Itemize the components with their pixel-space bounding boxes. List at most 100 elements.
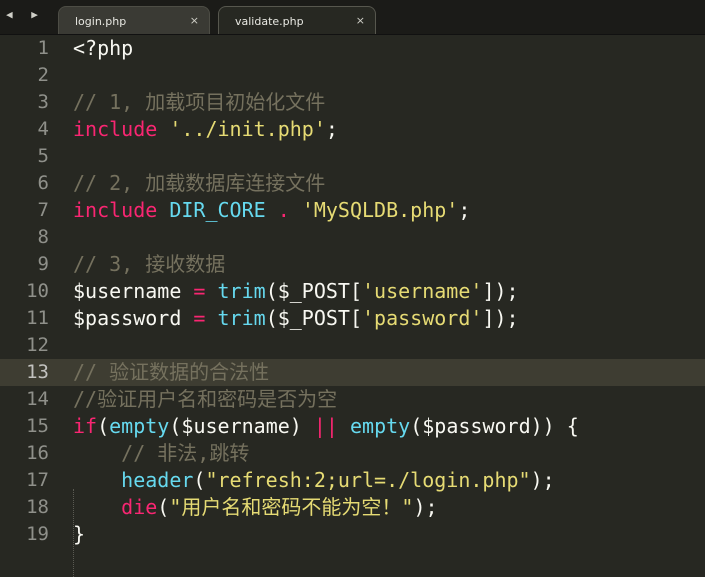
line-number: 2 [37, 64, 49, 86]
code-token: 'password' [362, 306, 483, 330]
code-token: = [193, 279, 206, 303]
code-token: include [73, 117, 158, 141]
code-token: empty [109, 414, 170, 438]
code-text: // 验证数据的合法性 [73, 359, 269, 386]
code-token: ]); [482, 306, 519, 330]
code-token: '../init.php' [169, 117, 326, 141]
line-number: 14 [26, 388, 49, 410]
code-token: 'username' [362, 279, 483, 303]
tab-label: validate.php [235, 15, 304, 28]
tab-bar: ◀ ▶ login.php × validate.php × [0, 0, 705, 35]
code-token: die [121, 495, 158, 519]
code-token: $password [73, 306, 194, 330]
tab-validate-php[interactable]: validate.php × [218, 6, 376, 34]
code-text: die("用户名和密码不能为空！"); [73, 494, 438, 521]
code-line[interactable]: 14 //验证用户名和密码是否为空 [0, 386, 705, 413]
line-number: 1 [37, 37, 49, 59]
code-line[interactable]: 1 <?php [0, 35, 705, 62]
code-text: // 1, 加载项目初始化文件 [73, 89, 325, 116]
code-text: $username = trim($_POST['username']); [73, 278, 519, 305]
line-number: 19 [26, 523, 49, 545]
code-line[interactable]: 12 [0, 332, 705, 359]
code-line[interactable]: 6 // 2, 加载数据库连接文件 [0, 170, 705, 197]
code-text: $password = trim($_POST['password']); [73, 305, 519, 332]
code-text: // 非法,跳转 [73, 440, 249, 467]
code-token: "用户名和密码不能为空！" [169, 495, 414, 519]
code-token: header [121, 468, 194, 492]
line-number: 11 [26, 307, 49, 329]
line-number: 7 [37, 199, 49, 221]
code-token: // 2, 加载数据库连接文件 [73, 171, 326, 195]
code-line[interactable]: 19} [0, 521, 705, 548]
code-token: ($username) [169, 414, 314, 438]
code-token: // 验证数据的合法性 [73, 360, 270, 384]
code-line[interactable]: 5 [0, 143, 705, 170]
code-token: ]); [482, 279, 519, 303]
line-number: 12 [26, 334, 49, 356]
code-token: // 非法,跳转 [121, 441, 250, 465]
code-token: 'MySQLDB.php' [301, 198, 459, 222]
code-token: if [73, 414, 98, 438]
code-token: ); [413, 495, 438, 519]
code-line[interactable]: 15 if(empty($username) || empty($password… [0, 413, 705, 440]
line-number: 13 [26, 361, 49, 383]
code-text: <?php [73, 35, 133, 62]
code-text: //验证用户名和密码是否为空 [73, 386, 337, 413]
code-line[interactable]: 16 // 非法,跳转 [0, 440, 705, 467]
code-text: include DIR_CORE . 'MySQLDB.php'; [73, 197, 470, 224]
code-token: DIR_CORE [169, 198, 266, 222]
tab-login-php[interactable]: login.php × [58, 6, 210, 34]
line-number: 6 [37, 172, 49, 194]
close-icon[interactable]: × [356, 14, 365, 27]
code-token: ; [458, 198, 471, 222]
close-icon[interactable]: × [190, 14, 199, 27]
indent-guide [73, 489, 74, 577]
tab-nav-arrows-icon[interactable]: ◀ ▶ [6, 8, 44, 21]
line-number: 8 [37, 226, 49, 248]
code-line[interactable]: 9 // 3, 接收数据 [0, 251, 705, 278]
code-text: } [73, 521, 85, 548]
code-line[interactable]: 13 // 验证数据的合法性 [0, 359, 705, 386]
code-line[interactable]: 4 include '../init.php'; [0, 116, 705, 143]
code-token: ); [530, 468, 555, 492]
line-number: 9 [37, 253, 49, 275]
line-number: 4 [37, 118, 49, 140]
code-text: header("refresh:2;url=./login.php"); [73, 467, 555, 494]
code-line[interactable]: 2 [0, 62, 705, 89]
code-text: // 3, 接收数据 [73, 251, 225, 278]
code-line[interactable]: 8 [0, 224, 705, 251]
code-line[interactable]: 18 die("用户名和密码不能为空！"); [0, 494, 705, 521]
code-line[interactable]: 17 header("refresh:2;url=./login.php"); [0, 467, 705, 494]
line-number: 16 [26, 442, 49, 464]
code-token: trim [217, 306, 266, 330]
code-line[interactable]: 7 include DIR_CORE . 'MySQLDB.php'; [0, 197, 705, 224]
code-token: //验证用户名和密码是否为空 [73, 387, 338, 411]
code-token: "refresh:2;url=./login.php" [205, 468, 531, 492]
code-editor[interactable]: 1 <?php 2 3 // 1, 加载项目初始化文件 4 include '../init… [0, 35, 705, 577]
line-number: 3 [37, 91, 49, 113]
line-number: 10 [26, 280, 49, 302]
code-token: ( [157, 495, 170, 519]
code-line[interactable]: 3 // 1, 加载项目初始化文件 [0, 89, 705, 116]
code-token: // 1, 加载项目初始化文件 [73, 90, 326, 114]
code-token: // 3, 接收数据 [73, 252, 226, 276]
tab-label: login.php [75, 15, 127, 28]
code-text: // 2, 加载数据库连接文件 [73, 170, 325, 197]
code-token: ($_POST[ [265, 279, 363, 303]
line-number: 15 [26, 415, 49, 437]
code-line[interactable]: 11 $password = trim($_POST['password']); [0, 305, 705, 332]
code-token: include [73, 198, 158, 222]
code-text: include '../init.php'; [73, 116, 338, 143]
code-line[interactable]: 10 $username = trim($_POST['username']); [0, 278, 705, 305]
code-token: ( [97, 414, 110, 438]
line-number: 18 [26, 496, 49, 518]
code-token: trim [217, 279, 266, 303]
